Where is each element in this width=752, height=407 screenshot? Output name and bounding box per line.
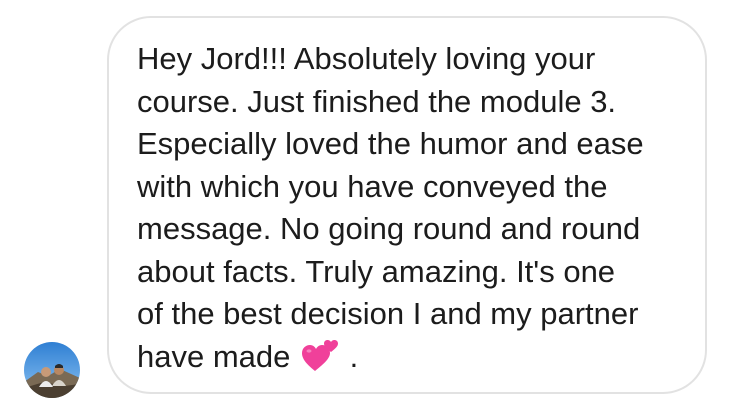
message-line: of the best decision I and my partner bbox=[137, 296, 639, 331]
message-thread: Hey Jord!!! Absolutely loving your cours… bbox=[0, 0, 752, 407]
message-line: message. No going round and round bbox=[137, 211, 641, 246]
sender-avatar[interactable] bbox=[24, 342, 80, 398]
message-text: Hey Jord!!! Absolutely loving your cours… bbox=[137, 38, 697, 378]
message-line: Especially loved the humor and ease bbox=[137, 126, 644, 161]
message-line: with which you have conveyed the bbox=[137, 168, 608, 204]
message-line: about facts. Truly amazing. It's one bbox=[137, 253, 616, 289]
two-hearts-icon bbox=[302, 339, 339, 371]
message-line: course. Just finished the module 3. bbox=[137, 83, 617, 119]
message-line-text: have made bbox=[137, 338, 291, 374]
message-line: Hey Jord!!! Absolutely loving your bbox=[137, 41, 596, 76]
message-trailing-punctuation: . bbox=[341, 338, 359, 374]
avatar-photo bbox=[24, 342, 80, 398]
message-last-line: have made . bbox=[137, 336, 697, 379]
